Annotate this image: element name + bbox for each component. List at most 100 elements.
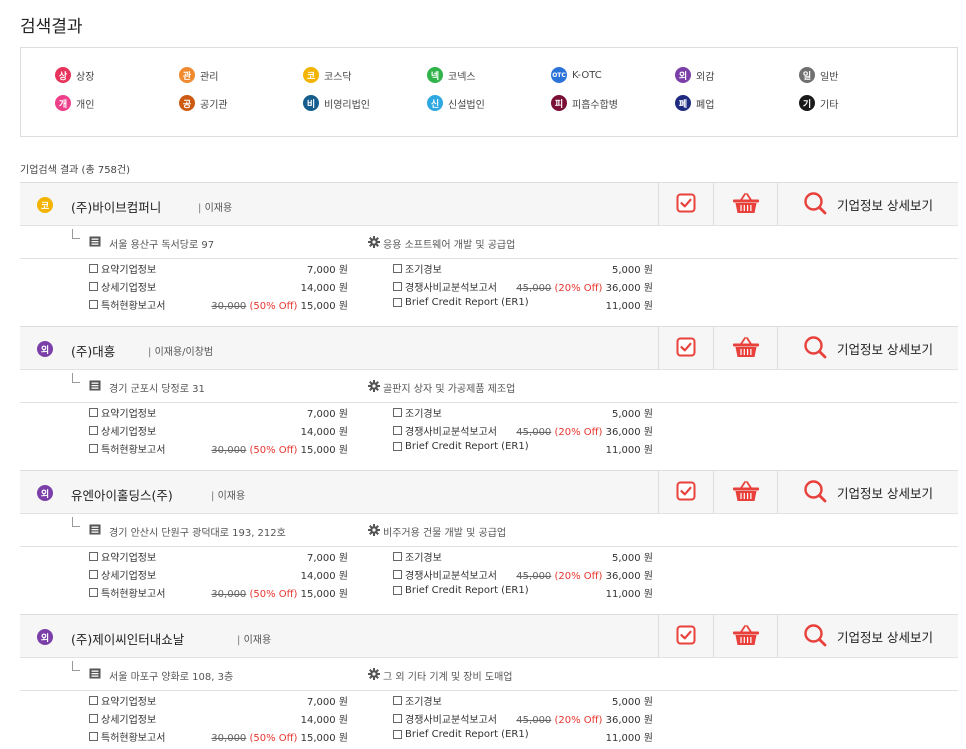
legend-badge-icon: OTC xyxy=(551,67,567,83)
product-checkbox[interactable] xyxy=(393,426,402,435)
product-option[interactable]: 조기경보 xyxy=(393,549,442,564)
price-value: 36,000 원 xyxy=(605,571,653,582)
select-checkbox-button[interactable] xyxy=(658,615,713,658)
company-type-badge-icon: 코 xyxy=(37,197,53,213)
product-checkbox[interactable] xyxy=(89,444,98,453)
price-value: 14,000 원 xyxy=(300,283,348,294)
product-option[interactable]: 특허현황보고서 xyxy=(89,585,165,600)
select-checkbox-button[interactable] xyxy=(658,471,713,514)
product-checkbox[interactable] xyxy=(393,264,402,273)
product-checkbox[interactable] xyxy=(89,570,98,579)
product-checkbox[interactable] xyxy=(393,730,402,739)
company-card: 외 유엔아이홀딩스(주) 이재용 기업정보 상세보기경기 안산시 단원구 광덕대로 1… xyxy=(20,470,958,605)
price-value: 14,000 원 xyxy=(300,427,348,438)
product-label: 경쟁사비교분석보고서 xyxy=(405,427,497,438)
company-name[interactable]: 유엔아이홀딩스(주) xyxy=(71,485,173,504)
product-checkbox[interactable] xyxy=(89,282,98,291)
product-option[interactable]: 상세기업정보 xyxy=(89,423,156,438)
product-option[interactable]: 조기경보 xyxy=(393,261,442,276)
company-detail-button[interactable]: 기업정보 상세보기 xyxy=(777,183,958,226)
product-option[interactable]: Brief Credit Report (ER1) xyxy=(393,441,529,452)
product-option[interactable]: Brief Credit Report (ER1) xyxy=(393,297,529,308)
product-list: 요약기업정보 7,000 원 상세기업정보 14,000 원 특허현황보고서 30,000… xyxy=(20,403,958,461)
product-checkbox[interactable] xyxy=(89,714,98,723)
company-detail-label: 기업정보 상세보기 xyxy=(837,198,933,213)
product-option[interactable]: 상세기업정보 xyxy=(89,279,156,294)
product-option[interactable]: 조기경보 xyxy=(393,693,442,708)
product-option[interactable]: 요약기업정보 xyxy=(89,405,156,420)
product-option[interactable]: Brief Credit Report (ER1) xyxy=(393,729,529,740)
product-option[interactable]: 경쟁사비교분석보고서 xyxy=(393,711,497,726)
company-detail-button[interactable]: 기업정보 상세보기 xyxy=(777,327,958,370)
product-option[interactable]: 조기경보 xyxy=(393,405,442,420)
discount-rate: (50% Off) xyxy=(246,445,301,456)
company-name[interactable]: (주)대흥 xyxy=(71,341,115,360)
add-to-cart-button[interactable] xyxy=(713,615,777,658)
product-checkbox[interactable] xyxy=(393,696,402,705)
product-label: 상세기업정보 xyxy=(101,715,157,726)
add-to-cart-button[interactable] xyxy=(713,183,777,226)
product-option[interactable]: 상세기업정보 xyxy=(89,711,156,726)
product-checkbox[interactable] xyxy=(393,714,402,723)
product-checkbox[interactable] xyxy=(89,588,98,597)
product-price: 45,000 (20% Off) 36,000 원 xyxy=(516,423,653,438)
price-value: 5,000 원 xyxy=(611,409,653,420)
product-price: 30,000 (50% Off) 15,000 원 xyxy=(211,297,348,312)
price-value: 5,000 원 xyxy=(611,265,653,276)
company-ceo: 이재용 xyxy=(237,631,272,646)
product-checkbox[interactable] xyxy=(89,426,98,435)
product-option[interactable]: 요약기업정보 xyxy=(89,549,156,564)
price-value: 7,000 원 xyxy=(306,553,348,564)
legend-box: 상 상장 관 관리 코 코스닥 넥 코넥스 OTC K-OTC 외 외감 일 일반 개 개인 공 공기관 비 비영리법… xyxy=(20,47,958,137)
product-list: 요약기업정보 7,000 원 상세기업정보 14,000 원 특허현황보고서 30,000… xyxy=(20,691,958,749)
product-label: 경쟁사비교분석보고서 xyxy=(405,715,497,726)
search-icon xyxy=(803,335,827,363)
product-option[interactable]: 경쟁사비교분석보고서 xyxy=(393,567,497,582)
price-value: 36,000 원 xyxy=(605,283,653,294)
product-label: Brief Credit Report (ER1) xyxy=(405,729,529,740)
company-name[interactable]: (주)제이씨인터내쇼날 xyxy=(71,629,184,648)
product-price: 5,000 원 xyxy=(612,405,653,420)
legend-badge-icon: 상 xyxy=(55,67,71,83)
product-checkbox[interactable] xyxy=(89,408,98,417)
product-checkbox[interactable] xyxy=(89,264,98,273)
product-label: 특허현황보고서 xyxy=(101,733,166,744)
product-checkbox[interactable] xyxy=(89,732,98,741)
company-detail-button[interactable]: 기업정보 상세보기 xyxy=(777,471,958,514)
product-checkbox[interactable] xyxy=(393,408,402,417)
product-option[interactable]: 경쟁사비교분석보고서 xyxy=(393,423,497,438)
product-option[interactable]: 상세기업정보 xyxy=(89,567,156,582)
check-icon xyxy=(676,193,696,217)
product-option[interactable]: 경쟁사비교분석보고서 xyxy=(393,279,497,294)
select-checkbox-button[interactable] xyxy=(658,183,713,226)
product-option[interactable]: Brief Credit Report (ER1) xyxy=(393,585,529,596)
product-checkbox[interactable] xyxy=(393,586,402,595)
product-checkbox[interactable] xyxy=(89,552,98,561)
company-card: 외 (주)제이씨인터내쇼날 이재용 기업정보 상세보기서울 마포구 양화로 108, … xyxy=(20,614,958,749)
product-list: 요약기업정보 7,000 원 상세기업정보 14,000 원 특허현황보고서 30,000… xyxy=(20,547,958,605)
basket-icon xyxy=(732,336,760,362)
product-price: 30,000 (50% Off) 15,000 원 xyxy=(211,441,348,456)
tree-connector xyxy=(72,517,80,527)
company-detail-button[interactable]: 기업정보 상세보기 xyxy=(777,615,958,658)
add-to-cart-button[interactable] xyxy=(713,327,777,370)
product-option[interactable]: 요약기업정보 xyxy=(89,693,156,708)
company-name[interactable]: (주)바이브컴퍼니 xyxy=(71,197,161,216)
product-checkbox[interactable] xyxy=(393,298,402,307)
product-checkbox[interactable] xyxy=(89,300,98,309)
product-checkbox[interactable] xyxy=(393,552,402,561)
product-option[interactable]: 특허현황보고서 xyxy=(89,297,165,312)
legend-badge-icon: 비 xyxy=(303,95,319,111)
add-to-cart-button[interactable] xyxy=(713,471,777,514)
basket-icon xyxy=(732,624,760,650)
select-checkbox-button[interactable] xyxy=(658,327,713,370)
legend-item: 코 코스닥 xyxy=(303,67,352,83)
product-checkbox[interactable] xyxy=(89,696,98,705)
product-checkbox[interactable] xyxy=(393,570,402,579)
product-checkbox[interactable] xyxy=(393,282,402,291)
product-option[interactable]: 요약기업정보 xyxy=(89,261,156,276)
product-option[interactable]: 특허현황보고서 xyxy=(89,729,165,744)
discount-rate: (20% Off) xyxy=(551,283,606,294)
product-option[interactable]: 특허현황보고서 xyxy=(89,441,165,456)
product-checkbox[interactable] xyxy=(393,442,402,451)
